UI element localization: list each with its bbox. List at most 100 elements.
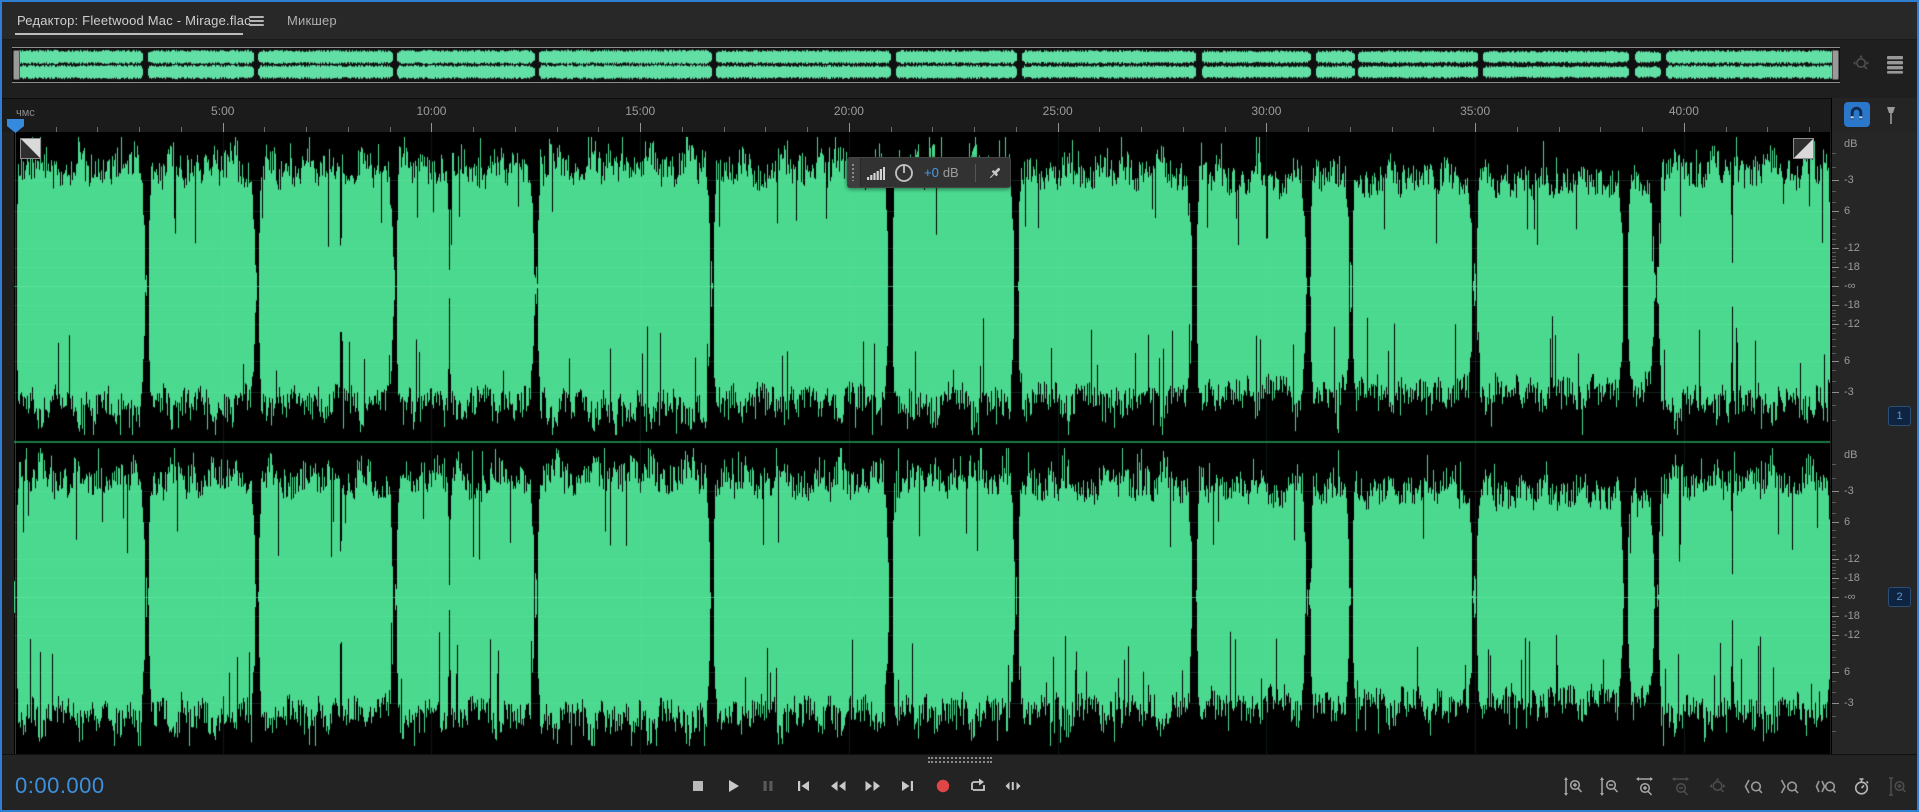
zoom-to-in-point-button[interactable] xyxy=(1742,775,1765,798)
time-format-label: чмс xyxy=(16,107,35,119)
current-time-display[interactable]: 0:00.000 xyxy=(15,773,105,799)
db-tick xyxy=(1832,316,1836,317)
skip-to-end-button[interactable] xyxy=(896,774,920,798)
db-tick xyxy=(1832,573,1836,574)
db-tick xyxy=(1832,513,1836,514)
zoom-out-full-button[interactable] xyxy=(1706,775,1729,798)
db-tick xyxy=(1832,672,1839,673)
db-tick xyxy=(1832,262,1836,263)
panel-menu-icon[interactable] xyxy=(249,16,264,27)
zoom-out-full-icon[interactable] xyxy=(1849,52,1873,81)
fade-in-handle[interactable] xyxy=(20,138,41,159)
ruler-tick xyxy=(1684,123,1685,132)
db-tick xyxy=(1832,252,1836,253)
stop-button[interactable] xyxy=(686,774,710,798)
loop-playback-button[interactable] xyxy=(966,774,990,798)
channel-2-badge[interactable]: 2 xyxy=(1888,587,1911,607)
db-ruler-label: -3 xyxy=(1844,174,1854,186)
hud-separator xyxy=(975,164,976,182)
db-ruler-label: -12 xyxy=(1844,318,1860,330)
hud-drag-grip[interactable] xyxy=(848,158,861,187)
rewind-button[interactable] xyxy=(826,774,850,798)
transport-controls xyxy=(686,774,1025,798)
amplitude-ruler-panel[interactable]: dB-3-366-12-12-18-18-∞dB-3-366-12-12-18-… xyxy=(1831,132,1917,754)
ruler-time-label: 30:00 xyxy=(1251,104,1281,118)
tab-editor[interactable]: Редактор: Fleetwood Mac - Mirage.flac xyxy=(17,13,251,28)
zoom-in-time-button[interactable] xyxy=(1634,775,1657,798)
overview-waveform[interactable] xyxy=(12,48,1838,82)
zoom-in-amplitude-button[interactable] xyxy=(1562,775,1585,798)
db-tick xyxy=(1832,180,1839,181)
db-tick xyxy=(1832,339,1836,340)
db-tick xyxy=(1832,703,1839,704)
db-tick xyxy=(1832,657,1836,658)
db-tick xyxy=(1832,464,1836,465)
overview-menu-icon[interactable] xyxy=(1883,52,1907,81)
waveform-editor[interactable] xyxy=(14,132,1830,754)
ruler-right-tools xyxy=(1831,98,1917,132)
db-ruler-label: -18 xyxy=(1844,299,1860,311)
zoom-out-amplitude-button[interactable] xyxy=(1598,775,1621,798)
db-ruler-label: 6 xyxy=(1844,516,1850,528)
gain-hud[interactable]: +0 dB xyxy=(847,157,1011,188)
ruler-tick xyxy=(1266,123,1267,132)
db-tick xyxy=(1832,627,1836,628)
zoom-out-time-button[interactable] xyxy=(1670,775,1693,798)
fast-forward-button[interactable] xyxy=(861,774,885,798)
db-ruler-label: 6 xyxy=(1844,205,1850,217)
tab-mixer[interactable]: Микшер xyxy=(287,13,337,28)
db-tick xyxy=(1832,578,1839,579)
play-button[interactable] xyxy=(721,774,745,798)
db-ruler-label: -18 xyxy=(1844,572,1860,584)
timeline-ruler[interactable]: чмс 5:0010:0015:0020:0025:0030:0035:0040… xyxy=(2,98,1831,132)
fade-out-handle[interactable] xyxy=(1793,138,1814,159)
db-tick xyxy=(1832,502,1836,503)
channel-1-badge[interactable]: 1 xyxy=(1888,406,1911,426)
db-tick xyxy=(1832,167,1836,168)
gain-unit-label: dB xyxy=(943,165,959,180)
ruler-time-label: 5:00 xyxy=(211,104,234,118)
db-tick xyxy=(1832,631,1836,632)
db-tick xyxy=(1832,267,1839,268)
db-tick xyxy=(1832,295,1836,296)
stopwatch-icon[interactable] xyxy=(1850,775,1873,798)
waveform-canvas[interactable] xyxy=(14,132,1830,754)
db-tick xyxy=(1832,664,1836,665)
record-button[interactable] xyxy=(931,774,955,798)
zoom-at-playhead-button[interactable] xyxy=(1886,775,1909,798)
skip-selection-button[interactable] xyxy=(1001,774,1025,798)
marker-pin-icon[interactable] xyxy=(1879,103,1903,132)
zoom-to-selection-button[interactable] xyxy=(1814,775,1837,798)
db-tick xyxy=(1832,570,1836,571)
gain-knob-icon[interactable] xyxy=(892,161,916,185)
overview-right-handle[interactable] xyxy=(1832,50,1839,80)
overview-left-handle[interactable] xyxy=(13,50,20,80)
db-tick xyxy=(1832,244,1836,245)
db-ruler-label: -3 xyxy=(1844,697,1854,709)
db-tick xyxy=(1832,559,1839,560)
zoom-to-out-point-button[interactable] xyxy=(1778,775,1801,798)
db-tick xyxy=(1832,370,1836,371)
pin-icon[interactable] xyxy=(986,164,1004,182)
overview-row xyxy=(2,41,1917,89)
db-tick xyxy=(1832,259,1836,260)
snap-magnet-icon[interactable] xyxy=(1844,102,1870,127)
db-tick xyxy=(1832,491,1839,492)
db-tick xyxy=(1832,716,1836,717)
overview-scrollbar[interactable] xyxy=(12,47,1840,83)
gain-value[interactable]: +0 xyxy=(924,165,939,180)
resize-grip[interactable] xyxy=(928,757,992,763)
pause-button[interactable] xyxy=(756,774,780,798)
db-tick xyxy=(1832,597,1839,598)
db-tick xyxy=(1832,286,1839,287)
db-tick xyxy=(1832,248,1839,249)
db-ruler-label: -∞ xyxy=(1844,591,1856,603)
db-tick xyxy=(1832,650,1836,651)
db-ruler-label: -12 xyxy=(1844,629,1860,641)
db-ruler-label: -∞ xyxy=(1844,280,1856,292)
skip-to-start-button[interactable] xyxy=(791,774,815,798)
menu-bar xyxy=(249,24,264,26)
ruler-tick xyxy=(223,123,224,132)
db-tick xyxy=(1832,588,1836,589)
db-tick xyxy=(1832,731,1836,732)
